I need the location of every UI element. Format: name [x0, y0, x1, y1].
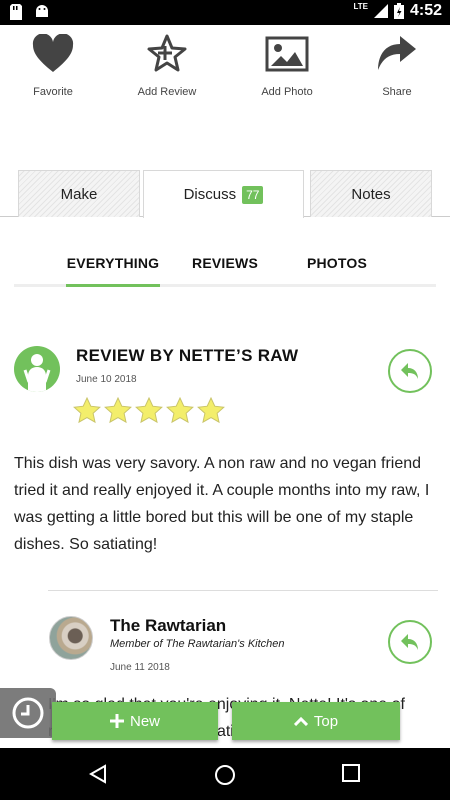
plus-icon [109, 714, 124, 728]
battery-icon [393, 3, 404, 19]
status-bar: LTE 4:52 [0, 0, 450, 25]
review-body: This dish was very savory. A non raw and… [14, 455, 430, 553]
star-icon [135, 397, 163, 424]
chevron-up-icon [293, 716, 308, 726]
reply-divider [48, 590, 438, 591]
star-icon [197, 397, 225, 424]
back-icon[interactable] [88, 764, 108, 784]
recipe-tabs: Make Discuss 77 Notes [0, 170, 450, 218]
tab-photos[interactable]: PHOTOS [296, 245, 378, 287]
share-label: Share [382, 86, 412, 98]
top-button-label: Top [313, 712, 339, 730]
reviewer-avatar[interactable] [14, 346, 60, 392]
top-button[interactable]: Top [232, 702, 400, 740]
reply-icon [401, 634, 418, 650]
navigation-bar [0, 748, 450, 800]
discuss-count-badge: 77 [242, 185, 264, 204]
history-button[interactable] [0, 688, 56, 738]
tab-reviews-label: REVIEWS [192, 255, 258, 271]
add-photo-label: Add Photo [261, 86, 313, 98]
share-arrow-icon [378, 36, 416, 70]
replier-avatar[interactable] [49, 616, 93, 660]
tab-reviews[interactable]: REVIEWS [180, 245, 270, 287]
discussion-filter-tabs: EVERYTHING REVIEWS PHOTOS [14, 245, 436, 287]
add-review-label: Add Review [137, 86, 197, 98]
review-title: REVIEW BY NETTE’S RAW [76, 346, 299, 365]
tab-make-label: Make [60, 185, 98, 203]
reply-button[interactable] [388, 349, 432, 393]
reply-to-reply-button[interactable] [388, 620, 432, 664]
tab-everything[interactable]: EVERYTHING [66, 245, 160, 287]
star-icon [73, 397, 101, 424]
reply-icon [401, 363, 418, 379]
tab-make[interactable]: Make [18, 170, 140, 217]
tab-everything-label: EVERYTHING [66, 255, 160, 271]
clock: 4:52 [409, 2, 442, 19]
new-button[interactable]: New [52, 702, 218, 740]
sd-card-icon [10, 4, 22, 20]
favorite-label: Favorite [33, 86, 73, 98]
star-rating [73, 397, 225, 424]
review-date: June 10 2018 [76, 374, 137, 385]
star-icon [104, 397, 132, 424]
android-icon [36, 5, 48, 17]
network-label: LTE [353, 1, 368, 11]
tab-notes-label: Notes [351, 185, 391, 203]
tab-notes[interactable]: Notes [310, 170, 432, 217]
add-review-button[interactable]: Add Review [117, 34, 217, 98]
recents-icon[interactable] [342, 764, 360, 782]
star-icon [166, 397, 194, 424]
new-button-label: New [129, 712, 160, 730]
tab-photos-label: PHOTOS [306, 255, 368, 271]
tab-discuss-label: Discuss [183, 186, 237, 203]
tab-discuss[interactable]: Discuss 77 [143, 170, 304, 218]
star-plus-icon [147, 34, 187, 72]
signal-icon [373, 4, 388, 18]
favorite-button[interactable]: Favorite [3, 34, 103, 98]
share-button[interactable]: Share [347, 34, 447, 98]
add-photo-button[interactable]: Add Photo [237, 34, 337, 98]
replier-name: The Rawtarian [110, 616, 227, 635]
person-silhouette-icon [23, 354, 51, 392]
recipe-actions: Favorite Add Review Add Photo Share [0, 26, 450, 116]
reply-date: June 11 2018 [110, 662, 170, 673]
photo-icon [265, 36, 309, 72]
heart-icon [32, 34, 74, 72]
replier-membership: Member of The Rawtarian's Kitchen [110, 638, 285, 650]
home-icon[interactable] [214, 764, 236, 786]
clock-icon [12, 697, 44, 729]
